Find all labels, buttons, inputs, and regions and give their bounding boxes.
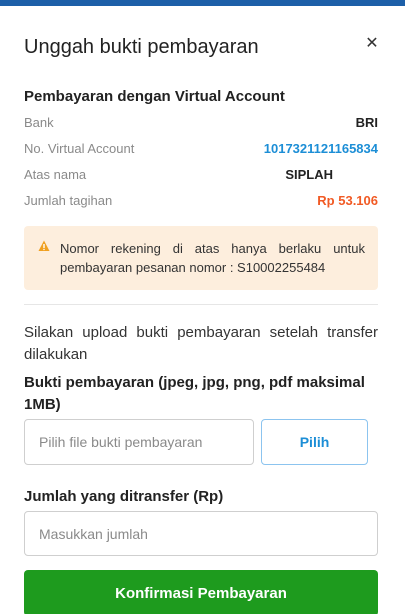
- close-icon[interactable]: ✕: [362, 33, 382, 53]
- transfer-amount-label: Jumlah yang ditransfer (Rp): [24, 488, 224, 505]
- account-name-row: Atas nama SIPLAH: [24, 167, 378, 185]
- warning-text: Nomor rekening di atas hanya berlaku unt…: [60, 241, 365, 275]
- virtual-account-label: No. Virtual Account: [24, 141, 135, 156]
- virtual-account-heading: Pembayaran dengan Virtual Account: [24, 88, 285, 105]
- bank-label: Bank: [24, 115, 54, 130]
- warning-icon: [38, 240, 50, 251]
- proof-file-input[interactable]: [24, 419, 254, 465]
- transfer-amount-input[interactable]: [24, 511, 378, 556]
- proof-label: Bukti pembayaran (jpeg, jpg, png, pdf ma…: [24, 374, 365, 413]
- amount-due-value: Rp 53.106: [317, 193, 378, 208]
- upload-payment-modal: Unggah bukti pembayaran ✕ Pembayaran den…: [0, 6, 405, 614]
- virtual-account-number: 1017321121165834: [263, 141, 378, 156]
- virtual-account-row: No. Virtual Account 1017321121165834: [24, 141, 378, 159]
- confirm-payment-button[interactable]: Konfirmasi Pembayaran: [24, 570, 378, 614]
- bank-value: BRI: [355, 115, 378, 130]
- account-name-label: Atas nama: [24, 167, 87, 182]
- amount-due-label: Jumlah tagihan: [24, 193, 113, 208]
- bank-row: Bank BRI: [24, 115, 378, 133]
- account-name-value: SIPLAH: [285, 167, 333, 182]
- upload-instruction: Silakan upload bukti pembayaran setelah …: [24, 324, 378, 363]
- section-divider: [24, 304, 378, 305]
- modal-title: Unggah bukti pembayaran: [24, 36, 259, 58]
- account-warning-alert: Nomor rekening di atas hanya berlaku unt…: [24, 226, 378, 290]
- pick-file-button[interactable]: Pilih: [261, 419, 368, 465]
- amount-due-row: Jumlah tagihan Rp 53.106: [24, 193, 378, 211]
